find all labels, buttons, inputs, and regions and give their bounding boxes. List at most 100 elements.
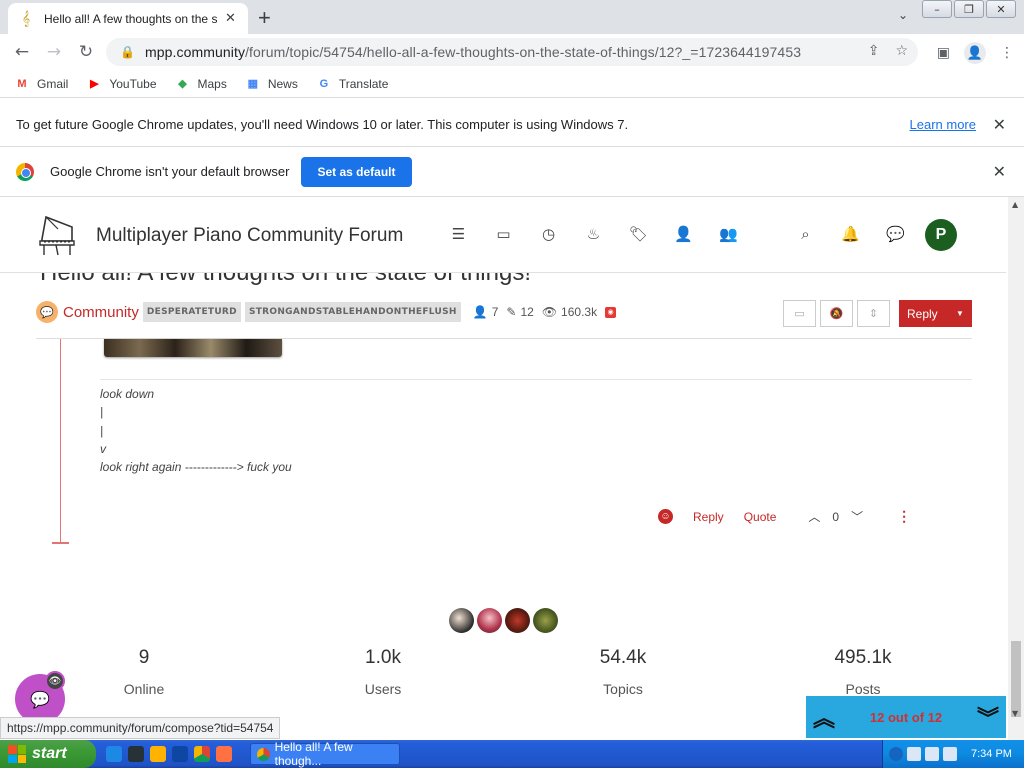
internet-explorer-icon[interactable] xyxy=(106,746,122,762)
lock-icon[interactable]: 🔒 xyxy=(120,45,135,59)
avatar[interactable] xyxy=(477,608,502,633)
chat-icon[interactable]: 💬 xyxy=(873,225,918,243)
address-bar[interactable]: 🔒 mpp.community/forum/topic/54754/hello-… xyxy=(106,38,918,66)
topic-reply-button[interactable]: Reply ▼ xyxy=(899,300,972,327)
rss-icon[interactable]: ◉ xyxy=(605,306,617,318)
bookmark-maps[interactable]: ◆ Maps xyxy=(175,76,227,92)
eye-icon: 👁 xyxy=(541,305,558,319)
tags-icon[interactable]: 🏷 xyxy=(616,225,661,243)
monitor-icon[interactable] xyxy=(925,747,939,761)
tab-title: Hello all! A few thoughts on the s xyxy=(44,11,218,26)
post-quote-link[interactable]: Quote xyxy=(744,510,777,524)
avatar[interactable] xyxy=(533,608,558,633)
firefox-icon[interactable] xyxy=(216,746,232,762)
close-icon[interactable]: ✕ xyxy=(993,162,1006,181)
update-message: To get future Google Chrome updates, you… xyxy=(16,117,629,132)
scroll-to-top-icon[interactable]: ︽ xyxy=(806,701,842,733)
bookmark-star-icon[interactable]: ☆ xyxy=(895,43,908,59)
close-icon[interactable]: ✕ xyxy=(993,115,1006,134)
volume-icon[interactable] xyxy=(943,747,957,761)
posts-value: 12 xyxy=(520,305,534,319)
bookmark-translate[interactable]: G Translate xyxy=(316,76,389,92)
recent-clock-icon[interactable]: ◷ xyxy=(526,225,571,243)
site-title[interactable]: Multiplayer Piano Community Forum xyxy=(96,225,403,247)
avatar[interactable] xyxy=(449,608,474,633)
upvote-chevron-icon[interactable]: ︿ xyxy=(796,508,832,525)
reload-icon[interactable]: ↻ xyxy=(70,42,102,62)
profile-icon[interactable]: 👤 xyxy=(964,42,986,64)
system-tray: 7:34 PM xyxy=(882,740,1024,768)
forward-arrow-icon[interactable]: → xyxy=(38,42,70,62)
tab-strip: 𝄞 Hello all! A few thoughts on the s ✕ +… xyxy=(0,0,1024,34)
taskbar-chrome-window[interactable]: Hello all! A few though... xyxy=(250,740,400,768)
mark-unread-icon[interactable]: ▭ xyxy=(783,300,816,327)
search-icon[interactable]: ⌕ xyxy=(783,225,828,243)
sort-icon[interactable]: ⇕ xyxy=(857,300,890,327)
post-line: | xyxy=(100,423,104,438)
browser-tab[interactable]: 𝄞 Hello all! A few thoughts on the s ✕ xyxy=(8,3,248,34)
bookmark-youtube[interactable]: ▶ YouTube xyxy=(86,76,156,92)
scroll-up-icon[interactable]: ▲ xyxy=(1012,200,1018,209)
post-line: | xyxy=(100,405,104,420)
pencil-icon: ✎ xyxy=(506,305,517,319)
vote-count[interactable]: 0 xyxy=(832,510,839,524)
scroll-thumb[interactable] xyxy=(1011,641,1021,717)
notifications-bell-icon[interactable]: 🔔 xyxy=(828,225,873,243)
user-avatar[interactable]: P xyxy=(925,219,957,251)
users-icon[interactable]: 👤 xyxy=(661,225,706,243)
side-panel-icon[interactable]: ▣ xyxy=(937,45,950,61)
stat-value: 54.4k xyxy=(599,647,647,668)
categories-list-icon[interactable]: ☰ xyxy=(436,225,481,243)
window-close-icon[interactable]: ✕ xyxy=(986,0,1016,18)
community-category-icon[interactable]: 💬 xyxy=(36,301,58,323)
bluetooth-icon[interactable] xyxy=(172,746,188,762)
post-menu-icon[interactable]: ⋮ xyxy=(897,508,911,525)
bookmark-gmail[interactable]: M Gmail xyxy=(14,76,68,92)
scroll-to-bottom-icon[interactable]: ︾ xyxy=(970,701,1006,733)
avatar[interactable] xyxy=(505,608,530,633)
restore-icon[interactable]: ❐ xyxy=(954,0,984,18)
url-path: /forum/topic/54754/hello-all-a-few-thoug… xyxy=(245,44,802,60)
bookmark-label: Translate xyxy=(338,76,389,91)
network-icon[interactable] xyxy=(907,747,921,761)
downvote-chevron-icon[interactable]: ﹀ xyxy=(839,508,875,525)
start-button[interactable]: start xyxy=(0,740,96,768)
new-tab-icon[interactable]: + xyxy=(258,5,271,31)
page-scrollbar[interactable]: ▲ ▼ xyxy=(1008,197,1024,740)
groups-icon[interactable]: 👥 xyxy=(706,225,751,243)
post-timeline-end xyxy=(52,542,69,544)
popular-fire-icon[interactable]: ♨ xyxy=(571,225,616,243)
forum-header: Multiplayer Piano Community Forum ☰ ▭ ◷ … xyxy=(0,197,1006,273)
tab-close-icon[interactable]: ✕ xyxy=(225,11,236,26)
set-as-default-button[interactable]: Set as default xyxy=(301,156,412,187)
minimize-icon[interactable]: – xyxy=(922,0,952,18)
reply-button-label: Reply xyxy=(907,306,938,321)
back-arrow-icon[interactable]: ← xyxy=(6,42,38,62)
share-icon[interactable]: ⇪ xyxy=(868,43,880,59)
reply-dropdown-caret-icon[interactable]: ▼ xyxy=(949,309,971,318)
inbox-icon[interactable]: ▭ xyxy=(481,225,526,243)
bookmark-news[interactable]: ▦ News xyxy=(245,76,298,92)
chat-eye-badge-icon[interactable]: 👁 xyxy=(45,671,65,691)
tab-search-chevron-icon[interactable]: ⌄ xyxy=(898,8,908,22)
media-player-icon[interactable] xyxy=(150,746,166,762)
posters-count: 👤 7 xyxy=(473,305,499,319)
chrome-quicklaunch-icon[interactable] xyxy=(194,746,210,762)
category-link[interactable]: Community xyxy=(63,304,139,321)
tag-link[interactable]: STRONGANDSTABLEHANDONTHEFLUSH xyxy=(244,302,461,322)
reaction-smile-icon[interactable]: ☺ xyxy=(658,509,673,524)
post-reply-link[interactable]: Reply xyxy=(693,510,724,524)
post-image[interactable] xyxy=(104,339,282,357)
windows-flag-icon xyxy=(8,745,26,763)
posters-value: 7 xyxy=(491,305,499,319)
pagination-text[interactable]: 12 out of 12 xyxy=(842,710,970,725)
tag-link[interactable]: DESPERATETURD xyxy=(142,302,241,322)
learn-more-link[interactable]: Learn more xyxy=(910,117,976,132)
chrome-menu-icon[interactable]: ⋮ xyxy=(1000,45,1014,61)
watch-bell-slash-icon[interactable]: 🔕 xyxy=(820,300,853,327)
media-icon[interactable] xyxy=(128,746,144,762)
scroll-down-icon[interactable]: ▼ xyxy=(1012,709,1018,718)
piano-logo-icon[interactable] xyxy=(36,211,78,257)
clock: 7:34 PM xyxy=(971,748,1012,760)
tray-expand-icon[interactable] xyxy=(889,747,903,761)
